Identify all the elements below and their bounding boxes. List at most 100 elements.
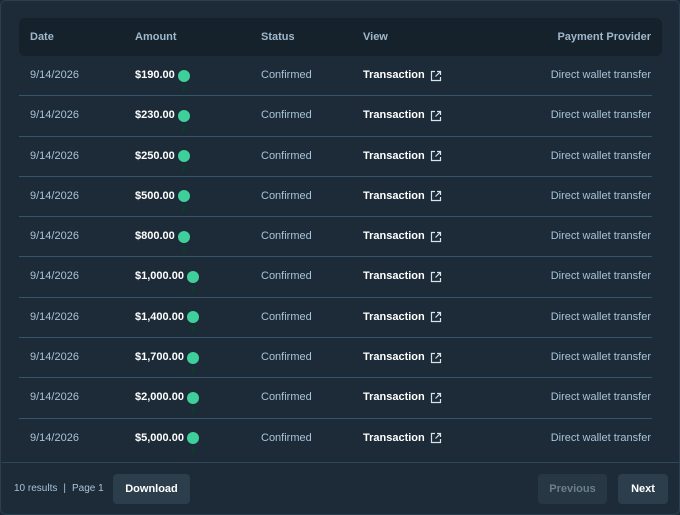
cell-payment-provider: Direct wallet transfer bbox=[550, 189, 651, 202]
transaction-link-label: Transaction bbox=[363, 69, 425, 81]
transaction-link[interactable]: Transaction bbox=[363, 298, 442, 337]
tether-icon: ₮ bbox=[177, 109, 190, 134]
cell-status: Confirmed bbox=[261, 69, 312, 81]
transaction-link[interactable]: Transaction bbox=[363, 419, 442, 458]
external-link-icon bbox=[430, 271, 442, 283]
amount-value: $230.00 bbox=[135, 109, 175, 122]
table-row: 9/14/2026 $1,700.00 ₮ Confirmed Transaction D… bbox=[19, 338, 652, 379]
transaction-link-label: Transaction bbox=[363, 310, 425, 323]
page-indicator: Page 1 bbox=[71, 483, 104, 494]
transaction-link[interactable]: Transaction bbox=[363, 338, 442, 377]
previous-button[interactable]: Previous bbox=[538, 474, 607, 504]
external-link-icon bbox=[430, 392, 442, 404]
tether-icon: ₮ bbox=[177, 69, 190, 94]
transaction-link[interactable]: Transaction bbox=[363, 177, 442, 216]
cell-date: 9/14/2026 bbox=[30, 149, 79, 162]
cell-date: 9/14/2026 bbox=[30, 270, 79, 283]
transaction-link[interactable]: Transaction bbox=[363, 56, 442, 95]
cell-amount: $1,000.00 ₮ bbox=[135, 257, 199, 296]
transaction-link-label: Transaction bbox=[363, 391, 425, 404]
cell-date: 9/14/2026 bbox=[30, 230, 79, 243]
transactions-panel: Date Amount Status View Payment Provider… bbox=[0, 0, 680, 515]
tether-icon: ₮ bbox=[177, 190, 190, 214]
external-link-icon bbox=[430, 311, 442, 323]
cell-payment-provider: Direct wallet transfer bbox=[550, 149, 651, 162]
download-button[interactable]: Download bbox=[113, 474, 190, 504]
table-body: 9/14/2026 $190.00 ₮ Confirmed Transaction Dir… bbox=[19, 56, 662, 458]
table-row: 9/14/2026 $1,000.00 ₮ Confirmed Transaction D… bbox=[19, 257, 652, 298]
transactions-table: Date Amount Status View Payment Provider… bbox=[19, 18, 662, 458]
tether-icon: ₮ bbox=[186, 311, 199, 335]
amount-value: $2,000.00 bbox=[135, 391, 184, 404]
table-row: 9/14/2026 $250.00 ₮ Confirmed Transaction Dir… bbox=[19, 137, 652, 177]
cell-amount: $250.00 ₮ bbox=[135, 137, 190, 176]
header-status: Status bbox=[261, 31, 295, 43]
table-row: 9/14/2026 $190.00 ₮ Confirmed Transaction Dir… bbox=[19, 56, 652, 97]
external-link-icon bbox=[430, 190, 442, 202]
transaction-link[interactable]: Transaction bbox=[363, 257, 442, 296]
cell-status: Confirmed bbox=[261, 431, 312, 444]
cell-payment-provider: Direct wallet transfer bbox=[550, 109, 651, 122]
separator: | bbox=[63, 483, 66, 494]
cell-amount: $2,000.00 ₮ bbox=[135, 378, 199, 417]
transaction-link-label: Transaction bbox=[363, 149, 425, 162]
cell-date: 9/14/2026 bbox=[30, 189, 79, 202]
table-footer: 10 results | Page 1 Download Previous Next bbox=[2, 462, 679, 515]
header-date: Date bbox=[30, 31, 54, 43]
cell-status: Confirmed bbox=[261, 149, 312, 162]
cell-payment-provider: Direct wallet transfer bbox=[550, 270, 651, 283]
table-row: 9/14/2026 $2,000.00 ₮ Confirmed Transaction D… bbox=[19, 378, 652, 419]
cell-date: 9/14/2026 bbox=[30, 310, 79, 323]
amount-value: $5,000.00 bbox=[135, 431, 184, 444]
cell-date: 9/14/2026 bbox=[30, 109, 79, 122]
header-payment-provider: Payment Provider bbox=[557, 31, 651, 43]
amount-value: $190.00 bbox=[135, 69, 175, 81]
pagination-info: 10 results | Page 1 bbox=[14, 483, 104, 494]
header-view: View bbox=[363, 31, 388, 43]
amount-value: $1,700.00 bbox=[135, 351, 184, 364]
transaction-link[interactable]: Transaction bbox=[363, 137, 442, 176]
header-amount: Amount bbox=[135, 31, 177, 43]
tether-icon: ₮ bbox=[186, 432, 199, 456]
external-link-icon bbox=[430, 150, 442, 162]
external-link-icon bbox=[430, 70, 442, 82]
amount-value: $500.00 bbox=[135, 189, 175, 202]
cell-amount: $230.00 ₮ bbox=[135, 96, 190, 135]
cell-amount: $1,700.00 ₮ bbox=[135, 338, 199, 377]
transaction-link[interactable]: Transaction bbox=[363, 217, 442, 256]
cell-amount: $5,000.00 ₮ bbox=[135, 419, 199, 458]
transaction-link-label: Transaction bbox=[363, 431, 425, 444]
cell-amount: $190.00 ₮ bbox=[135, 56, 190, 95]
cell-payment-provider: Direct wallet transfer bbox=[550, 351, 651, 364]
amount-value: $250.00 bbox=[135, 149, 175, 162]
cell-status: Confirmed bbox=[261, 109, 312, 122]
tether-icon: ₮ bbox=[177, 150, 190, 174]
cell-date: 9/14/2026 bbox=[30, 391, 79, 404]
cell-status: Confirmed bbox=[261, 391, 312, 404]
transaction-link[interactable]: Transaction bbox=[363, 96, 442, 135]
transaction-link[interactable]: Transaction bbox=[363, 378, 442, 417]
cell-amount: $1,400.00 ₮ bbox=[135, 298, 199, 337]
cell-status: Confirmed bbox=[261, 270, 312, 283]
cell-status: Confirmed bbox=[261, 230, 312, 243]
amount-value: $800.00 bbox=[135, 230, 175, 243]
cell-date: 9/14/2026 bbox=[30, 431, 79, 444]
transaction-link-label: Transaction bbox=[363, 109, 425, 122]
cell-payment-provider: Direct wallet transfer bbox=[550, 69, 651, 81]
table-header: Date Amount Status View Payment Provider bbox=[19, 18, 662, 56]
table-row: 9/14/2026 $230.00 ₮ Confirmed Transaction Dir… bbox=[19, 96, 652, 137]
transaction-link-label: Transaction bbox=[363, 230, 425, 243]
cell-payment-provider: Direct wallet transfer bbox=[550, 230, 651, 243]
table-row: 9/14/2026 $5,000.00 ₮ Confirmed Transaction D… bbox=[19, 419, 652, 458]
cell-status: Confirmed bbox=[261, 351, 312, 364]
transaction-link-label: Transaction bbox=[363, 270, 425, 283]
cell-date: 9/14/2026 bbox=[30, 351, 79, 364]
cell-date: 9/14/2026 bbox=[30, 69, 79, 81]
results-count: 10 results bbox=[14, 483, 58, 494]
external-link-icon bbox=[430, 231, 442, 243]
cell-amount: $800.00 ₮ bbox=[135, 217, 190, 256]
cell-amount: $500.00 ₮ bbox=[135, 177, 190, 216]
tether-icon: ₮ bbox=[177, 230, 190, 255]
cell-payment-provider: Direct wallet transfer bbox=[550, 310, 651, 323]
next-button[interactable]: Next bbox=[618, 474, 668, 504]
